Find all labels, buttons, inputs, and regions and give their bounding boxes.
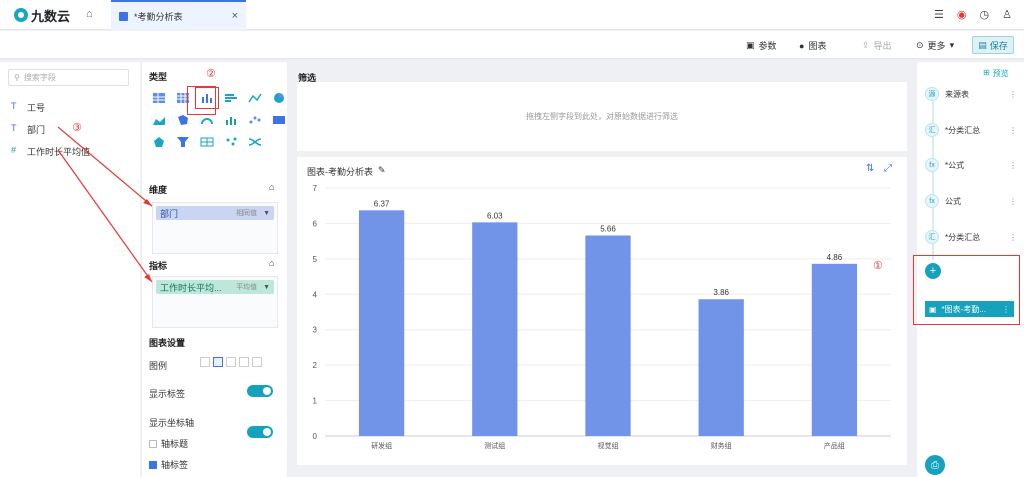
node-label: *分类汇总 [945,232,981,242]
more-vert-icon[interactable]: ⋮ [1009,233,1017,242]
pipeline-node[interactable]: 汇 *分类汇总 ⋮ [925,229,1017,245]
node-label: *分类汇总 [945,125,981,135]
group-icon: 汇 [925,230,939,244]
more-vert-icon[interactable]: ⋮ [1009,197,1017,206]
pipeline-node[interactable]: fx 公式 ⋮ [925,193,1017,209]
pipeline-node[interactable]: fx *公式 ⋮ [925,157,1017,173]
arrow-to-dimension [57,126,153,207]
more-vert-icon[interactable]: ⋮ [1009,126,1017,135]
group-icon: 汇 [925,123,939,137]
annotation-arrows [57,126,153,283]
formula-icon: fx [925,158,939,172]
more-vert-icon[interactable]: ⋮ [1009,161,1017,170]
source-icon: 源 [925,87,939,101]
arrow-head [144,274,152,282]
active-node-label: *图表-考勤... [941,304,987,314]
preview-link[interactable]: ⊞ 预览 [983,68,1009,79]
more-vert-icon[interactable]: ⋮ [1002,305,1010,314]
pipeline-node[interactable]: 源来源表 ⋮ [925,86,1017,102]
add-node-button[interactable]: + [925,263,941,279]
pipeline-node[interactable]: 汇 *分类汇总 ⋮ [925,122,1017,138]
preview-icon: ⊞ [983,68,990,77]
node-label: 公式 [945,196,961,206]
node-label: *公式 [945,160,965,170]
active-chart-node[interactable]: ▣ *图表-考勤... ⋮ [925,301,1014,317]
node-label: 来源表 [945,89,969,99]
arrow-to-metric [57,149,153,283]
help-fab[interactable]: ⎙ [925,455,945,475]
preview-label: 预览 [992,69,1009,78]
chart-node-icon: ▣ [929,304,937,314]
formula-icon: fx [925,194,939,208]
more-vert-icon[interactable]: ⋮ [1009,90,1017,99]
